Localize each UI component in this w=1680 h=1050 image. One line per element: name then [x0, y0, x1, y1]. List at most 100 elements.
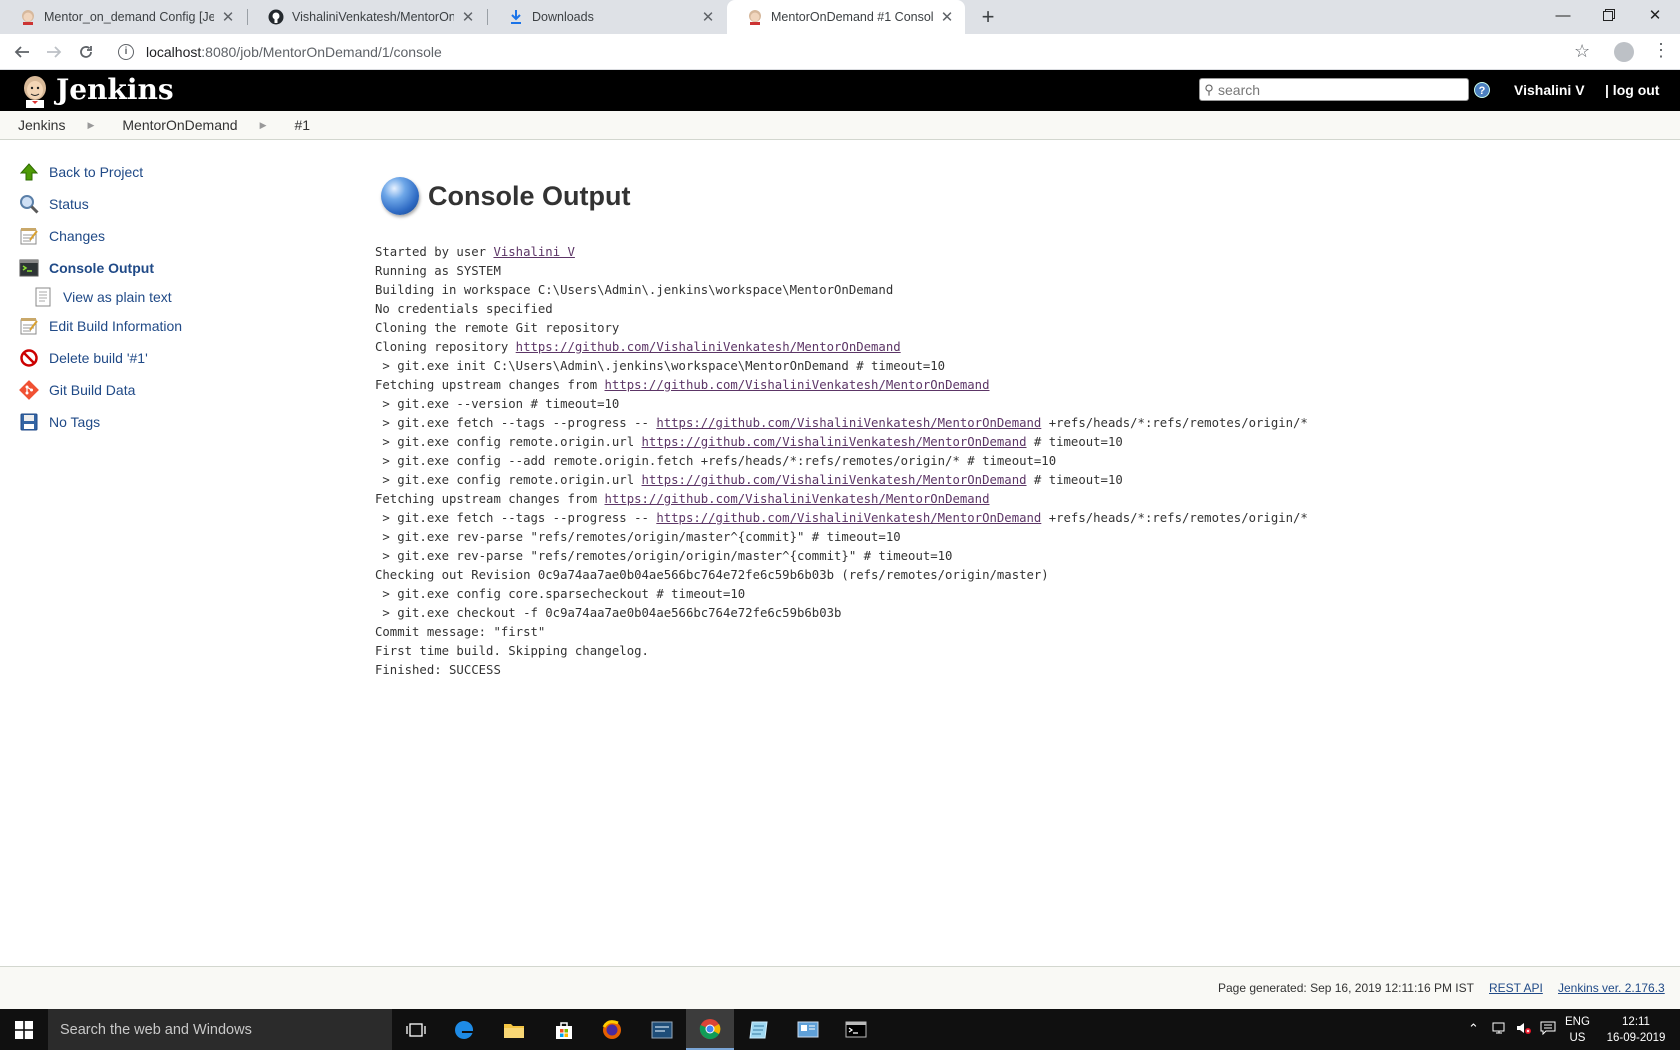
rest-api-link[interactable]: REST API — [1489, 981, 1543, 995]
console-text: Cloning the remote Git repository — [375, 321, 620, 335]
console-link[interactable]: https://github.com/VishaliniVenkatesh/Me… — [642, 435, 1027, 449]
sidebar-item-edit-build-information[interactable]: Edit Build Information — [18, 310, 338, 342]
chrome-icon[interactable] — [686, 1009, 734, 1050]
file-explorer-icon[interactable] — [490, 1009, 538, 1050]
new-tab-button[interactable]: + — [976, 6, 1000, 30]
console-text: # timeout=10 — [1026, 473, 1123, 487]
breadcrumb-project[interactable]: MentorOnDemand — [122, 117, 237, 133]
firefox-icon[interactable] — [588, 1009, 636, 1050]
jenkins-title[interactable]: Jenkins — [56, 73, 174, 106]
browser-toolbar: i localhost:8080/job/MentorOnDemand/1/co… — [0, 34, 1680, 70]
console-text: > git.exe checkout -f 0c9a74aa7ae0b04ae5… — [375, 606, 842, 620]
system-clock[interactable]: 12:11 16-09-2019 — [1606, 1014, 1666, 1046]
language-code: ENG — [1565, 1016, 1590, 1028]
help-icon[interactable]: ? — [1474, 82, 1490, 98]
start-button[interactable] — [0, 1009, 48, 1050]
info-icon[interactable]: i — [118, 44, 134, 60]
action-center-icon[interactable] — [1540, 1021, 1556, 1038]
sidebar-item-git-build-data[interactable]: Git Build Data — [18, 374, 338, 406]
jenkins-logo[interactable] — [18, 74, 52, 108]
profile-avatar[interactable] — [1614, 42, 1634, 62]
close-icon[interactable]: ✕ — [460, 9, 476, 26]
sidebar-item-label: No Tags — [49, 414, 101, 430]
magnifier-icon — [18, 193, 40, 215]
console-link[interactable]: https://github.com/VishaliniVenkatesh/Me… — [605, 492, 990, 506]
reload-icon[interactable] — [74, 40, 98, 64]
breadcrumb-jenkins[interactable]: Jenkins — [18, 117, 65, 133]
logout-link[interactable]: | log out — [1605, 82, 1659, 98]
window-close-button[interactable]: ✕ — [1632, 0, 1678, 30]
browser-tab-3[interactable]: MentorOnDemand #1 Console [J ✕ — [727, 0, 965, 34]
breadcrumb-build[interactable]: #1 — [294, 117, 310, 133]
language-indicator[interactable]: ENG US — [1565, 1014, 1590, 1046]
console-line: Fetching upstream changes from https://g… — [375, 490, 1665, 509]
console-line: > git.exe rev-parse "refs/remotes/origin… — [375, 547, 1665, 566]
sidebar-item-status[interactable]: Status — [18, 188, 338, 220]
restore-button[interactable] — [1586, 0, 1632, 30]
back-arrow-icon[interactable] — [10, 40, 34, 64]
browser-tab-0[interactable]: Mentor_on_demand Config [Jenk ✕ — [0, 0, 246, 34]
browser-tab-2[interactable]: Downloads ✕ — [488, 0, 726, 34]
sidebar-item-console-output[interactable]: Console Output — [18, 252, 338, 284]
console-link[interactable]: https://github.com/VishaliniVenkatesh/Me… — [516, 340, 901, 354]
sidebar-item-delete-build[interactable]: Delete build '#1' — [18, 342, 338, 374]
store-icon[interactable] — [540, 1009, 588, 1050]
search-input[interactable] — [1218, 81, 1458, 98]
build-status-ball-icon — [381, 177, 419, 215]
sidebar-item-changes[interactable]: Changes — [18, 220, 338, 252]
sidebar-item-label: Status — [49, 196, 89, 212]
close-icon[interactable]: ✕ — [939, 9, 955, 26]
console-line: > git.exe config remote.origin.url https… — [375, 433, 1665, 452]
menu-dots-icon[interactable]: ⋮ — [1652, 40, 1670, 61]
notepad-app-icon[interactable] — [736, 1009, 784, 1050]
browser-tab-strip: Mentor_on_demand Config [Jenk ✕ Vishalin… — [0, 0, 1680, 34]
minimize-button[interactable]: — — [1540, 0, 1586, 30]
console-line: > git.exe fetch --tags --progress -- htt… — [375, 414, 1665, 433]
tab-title: VishaliniVenkatesh/MentorOnDe — [292, 10, 454, 24]
bookmark-star-icon[interactable]: ☆ — [1574, 41, 1590, 62]
close-icon[interactable]: ✕ — [220, 9, 236, 26]
browser-tab-1[interactable]: VishaliniVenkatesh/MentorOnDe ✕ — [248, 0, 486, 34]
address-bar[interactable]: i localhost:8080/job/MentorOnDemand/1/co… — [110, 38, 1580, 66]
download-icon — [508, 9, 524, 25]
console-text: Started by user — [375, 245, 494, 259]
jenkins-favicon — [747, 9, 763, 25]
task-view-icon[interactable] — [392, 1009, 440, 1050]
sidebar-item-label: Git Build Data — [49, 382, 136, 398]
edge-browser-icon[interactable] — [440, 1009, 488, 1050]
notepad-icon — [18, 225, 40, 247]
mysql-workbench-icon[interactable] — [638, 1009, 686, 1050]
sidebar-item-label: Delete build '#1' — [49, 350, 148, 366]
console-line: No credentials specified — [375, 300, 1665, 319]
console-link[interactable]: Vishalini V — [493, 245, 574, 259]
clock-date: 16-09-2019 — [1606, 1032, 1666, 1044]
jenkins-version-link[interactable]: Jenkins ver. 2.176.3 — [1558, 981, 1665, 995]
sidebar-item-no-tags[interactable]: No Tags — [18, 406, 338, 438]
chevron-up-icon[interactable]: ⌃ — [1468, 1021, 1479, 1037]
console-link[interactable]: https://github.com/VishaliniVenkatesh/Me… — [656, 511, 1041, 525]
console-text: > git.exe fetch --tags --progress -- — [375, 416, 657, 430]
user-link[interactable]: Vishalini V — [1514, 82, 1585, 98]
command-prompt-icon[interactable] — [832, 1009, 880, 1050]
console-line: Checking out Revision 0c9a74aa7ae0b04ae5… — [375, 566, 1665, 585]
volume-muted-icon[interactable] — [1516, 1021, 1532, 1038]
control-panel-icon[interactable] — [784, 1009, 832, 1050]
close-icon[interactable]: ✕ — [700, 9, 716, 26]
search-box[interactable]: ⚲ — [1199, 78, 1469, 101]
terminal-icon — [18, 257, 40, 279]
console-link[interactable]: https://github.com/VishaliniVenkatesh/Me… — [605, 378, 990, 392]
console-link[interactable]: https://github.com/VishaliniVenkatesh/Me… — [642, 473, 1027, 487]
console-text: Commit message: "first" — [375, 625, 546, 639]
sidebar-item-view-plain-text[interactable]: View as plain text — [18, 284, 338, 310]
console-line: > git.exe config core.sparsecheckout # t… — [375, 585, 1665, 604]
forward-arrow-icon[interactable] — [42, 40, 66, 64]
sidebar-item-label: Back to Project — [49, 164, 144, 180]
url-path: :8080/job/MentorOnDemand/1/console — [201, 44, 442, 60]
console-link[interactable]: https://github.com/VishaliniVenkatesh/Me… — [656, 416, 1041, 430]
search-icon: ⚲ — [1204, 81, 1214, 97]
sidebar-item-back-to-project[interactable]: Back to Project — [18, 156, 338, 188]
taskbar-search-box[interactable]: Search the web and Windows — [48, 1009, 392, 1050]
windows-taskbar: Search the web and Windows ⌃ ENG US 12:1… — [0, 1009, 1680, 1050]
notepad-icon — [18, 315, 40, 337]
network-icon[interactable] — [1492, 1021, 1508, 1038]
